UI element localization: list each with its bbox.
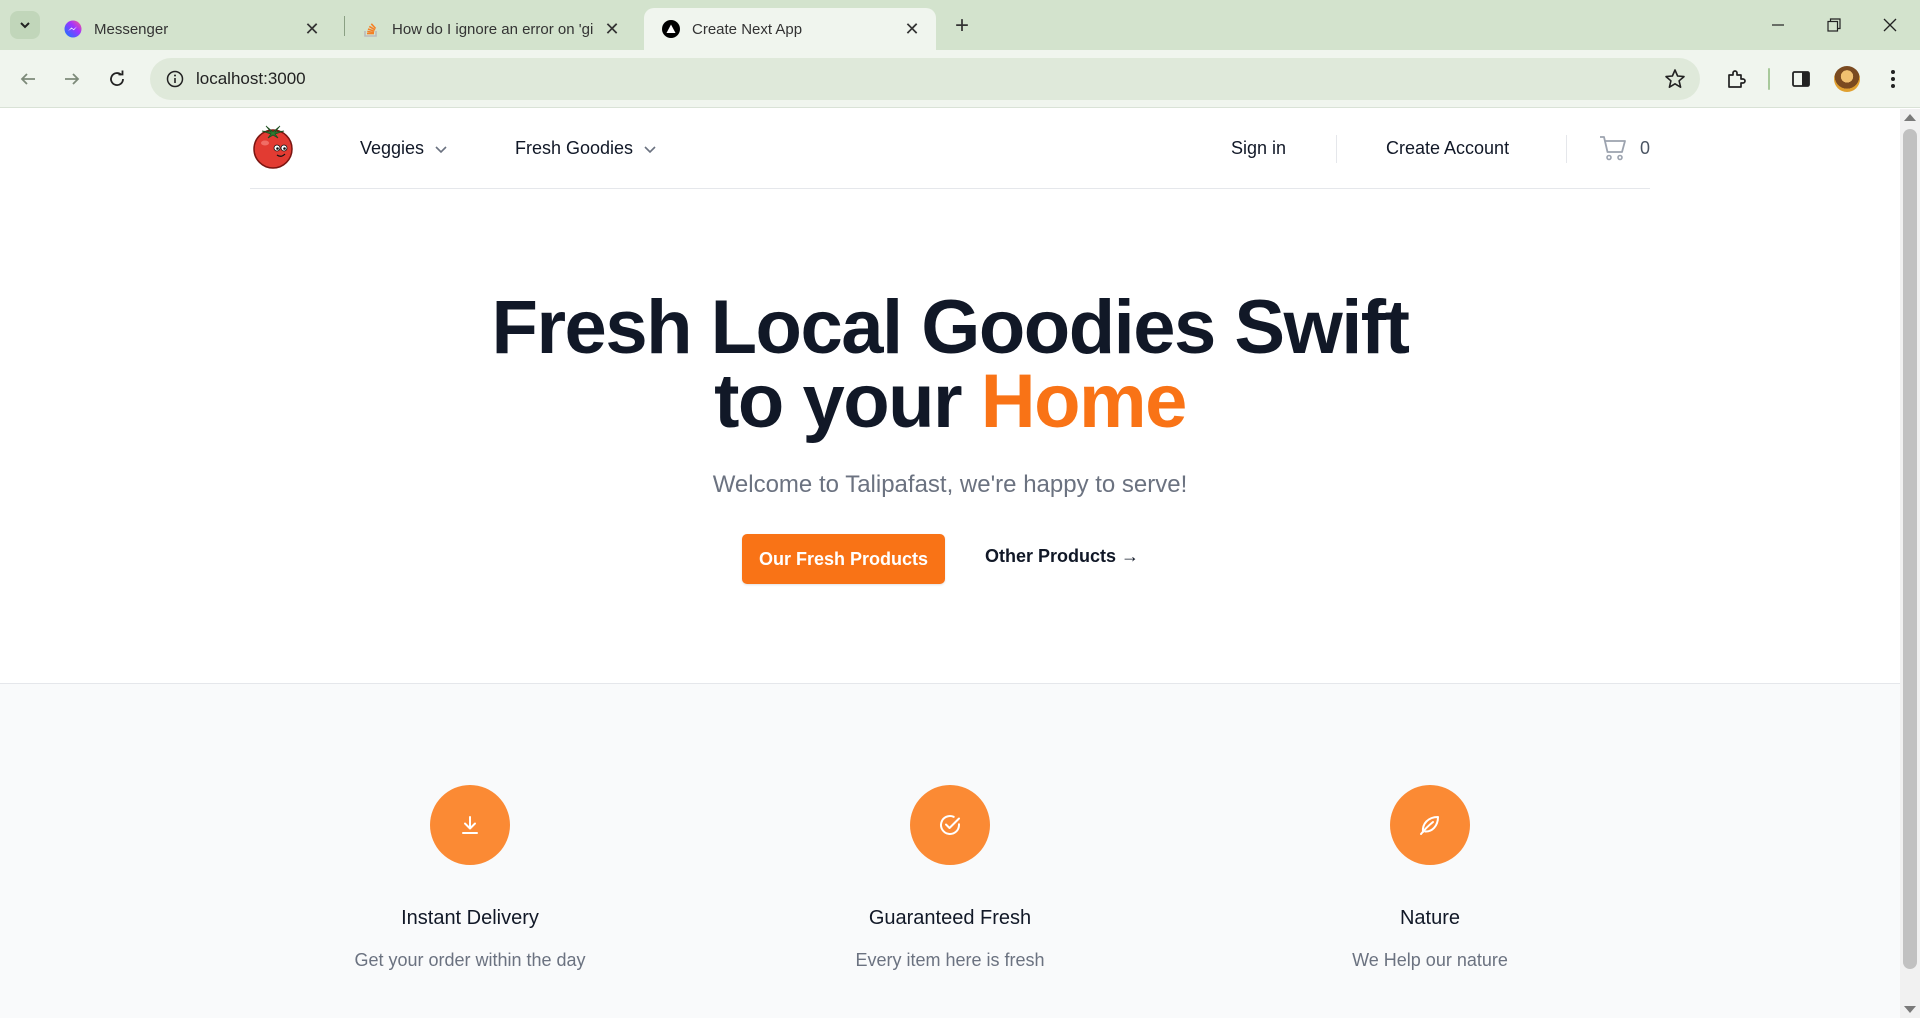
hero-title: Fresh Local Goodies Swift to your Home [0, 290, 1900, 440]
arrow-left-icon [20, 73, 35, 85]
browser-toolbar: localhost:3000 [0, 50, 1920, 108]
leaf-icon [1420, 816, 1439, 835]
feature-title: Instant Delivery [401, 907, 539, 929]
restore-icon [1827, 18, 1841, 32]
cart-button[interactable]: 0 [1598, 133, 1650, 163]
back-button[interactable] [11, 62, 45, 96]
nav-veggies-dropdown[interactable]: Veggies [360, 138, 448, 159]
feature-description: Every item here is fresh [855, 950, 1045, 970]
browser-menu-button[interactable] [1876, 62, 1910, 96]
scroll-up-arrow-icon[interactable] [1904, 114, 1916, 121]
chevron-down-icon [644, 145, 656, 153]
tab-search-button[interactable] [10, 11, 40, 39]
tab-title: How do I ignore an error on 'gi [392, 20, 594, 38]
chevron-down-icon [435, 145, 447, 153]
feature-description: We Help our nature [1352, 950, 1508, 970]
reload-button[interactable] [100, 62, 134, 96]
forward-button[interactable] [55, 62, 89, 96]
chevron-down-icon [20, 22, 30, 29]
download-arrow-icon [462, 816, 478, 834]
tab-title: Create Next App [692, 20, 803, 38]
close-tab-icon[interactable]: ✕ [302, 19, 322, 39]
side-panel-button[interactable] [1784, 62, 1818, 96]
site-navbar: Veggies Fresh Goodies Sign in Create Acc… [250, 109, 1650, 189]
feature-title: Nature [1399, 907, 1461, 929]
scroll-down-arrow-icon[interactable] [1904, 1006, 1916, 1013]
stackoverflow-icon [362, 20, 380, 38]
tomato-logo-icon[interactable] [250, 123, 296, 169]
reload-icon [110, 70, 124, 86]
hero-title-line-1: Fresh Local Goodies Swift [491, 285, 1410, 370]
close-tab-icon[interactable]: ✕ [602, 19, 622, 39]
cart-count: 0 [1640, 137, 1651, 158]
shopping-cart-icon [1600, 136, 1626, 161]
page-viewport: Veggies Fresh Goodies Sign in Create Acc… [0, 109, 1900, 1018]
tab-stackoverflow[interactable]: How do I ignore an error on 'gi ✕ [344, 8, 636, 50]
close-tab-icon[interactable]: ✕ [902, 19, 922, 39]
feature-title: Guaranteed Fresh [868, 907, 1032, 929]
tab-messenger[interactable]: Messenger ✕ [46, 8, 336, 50]
sign-in-link[interactable]: Sign in [1231, 138, 1286, 159]
nav-fresh-goodies-label: Fresh Goodies [515, 138, 634, 158]
close-window-button[interactable] [1862, 6, 1918, 44]
nextjs-icon [662, 20, 680, 38]
tab-create-next-app[interactable]: Create Next App ✕ [644, 8, 936, 50]
minimize-icon [1772, 24, 1784, 26]
browser-tab-bar: Messenger ✕ How do I ignore an error on … [0, 0, 1920, 50]
nav-veggies-label: Veggies [360, 138, 425, 158]
url-text: localhost:3000 [196, 69, 306, 88]
nav-divider [1566, 135, 1567, 163]
minimize-button[interactable] [1750, 6, 1806, 44]
hero-subtitle: Welcome to Talipafast, we're happy to se… [712, 471, 1188, 498]
create-account-link[interactable]: Create Account [1386, 138, 1509, 159]
restore-button[interactable] [1806, 6, 1862, 44]
nav-divider [1336, 135, 1337, 163]
feature-icon-circle [910, 785, 990, 865]
new-tab-button[interactable]: + [948, 12, 976, 40]
toolbar-divider [1768, 68, 1770, 90]
more-vertical-icon [1891, 70, 1895, 88]
nav-fresh-goodies-dropdown[interactable]: Fresh Goodies [515, 138, 657, 159]
features-section: Instant Delivery Get your order within t… [0, 683, 1900, 1018]
puzzle-icon [1728, 70, 1746, 88]
close-icon [1883, 18, 1897, 32]
address-bar[interactable]: localhost:3000 [150, 58, 1700, 100]
arrow-right-icon [65, 73, 80, 85]
tab-title: Messenger [94, 20, 169, 38]
avatar [1834, 66, 1860, 92]
feature-icon-circle [430, 785, 510, 865]
our-fresh-products-button[interactable]: Our Fresh Products [742, 534, 945, 584]
page-scrollbar[interactable] [1900, 109, 1920, 1018]
site-info-icon[interactable] [154, 70, 196, 88]
extensions-button[interactable] [1719, 62, 1753, 96]
scrollbar-thumb[interactable] [1903, 129, 1917, 969]
profile-button[interactable] [1830, 62, 1864, 96]
messenger-icon [64, 20, 82, 38]
hero-title-accent: Home [980, 359, 1188, 444]
bookmark-star-icon[interactable] [1664, 68, 1686, 95]
feature-description: Get your order within the day [354, 950, 586, 970]
other-products-link[interactable]: Other Products → [985, 546, 1139, 567]
feature-icon-circle [1390, 785, 1470, 865]
side-panel-icon [1792, 71, 1810, 87]
check-circle-icon [940, 815, 960, 835]
hero-title-line-2: to your [714, 359, 981, 444]
